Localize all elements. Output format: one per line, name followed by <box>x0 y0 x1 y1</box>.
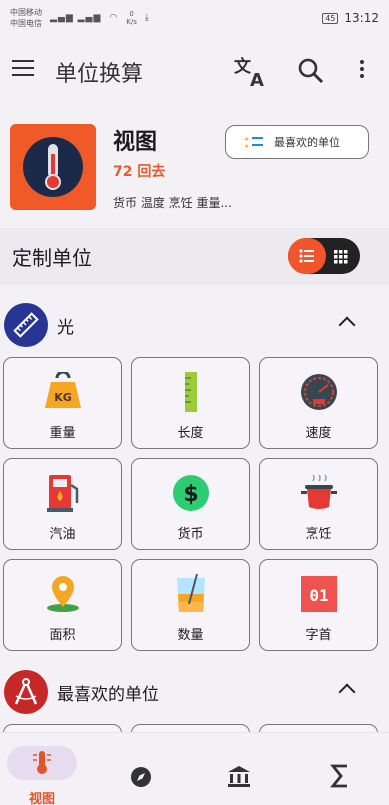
download-icon: ⤓ <box>144 13 150 23</box>
carrier-2: 中国电信 <box>10 19 42 28</box>
category-title: 视图 <box>113 130 158 155</box>
section-label: 最喜欢的单位 <box>57 685 159 705</box>
tile-label: 重量 <box>49 426 76 441</box>
star-list-icon: ★ ★ <box>244 135 264 150</box>
sigma-icon <box>330 763 350 789</box>
section-label: 光 <box>57 318 74 338</box>
nav-item-sum[interactable] <box>300 733 380 805</box>
bank-icon <box>227 765 251 789</box>
app-bar: 单位换算 文 A <box>0 38 389 104</box>
nav-item-bank[interactable] <box>198 733 278 805</box>
ruler-bar-icon <box>171 372 211 412</box>
tile-prefix[interactable]: 01 字首 <box>259 559 378 651</box>
category-description: 货币 温度 烹饪 重量... <box>113 196 232 210</box>
compass-icon <box>130 766 152 788</box>
tile-label: 烹饪 <box>305 527 332 542</box>
tile-label: 数量 <box>177 628 204 643</box>
app-title: 单位换算 <box>55 62 144 87</box>
dollar-icon: $ <box>171 473 211 513</box>
tile-currency[interactable]: $ 货币 <box>131 458 250 550</box>
more-vert-icon[interactable] <box>358 60 366 82</box>
section-favorites-header[interactable]: 最喜欢的单位 <box>0 668 389 718</box>
category-header: 视图 72 回去 货币 温度 烹饪 重量... ★ ★ 最喜欢的单位 <box>0 108 389 228</box>
section-light-header[interactable]: 光 <box>0 301 389 351</box>
carrier-info: 中国移动 中国电信 <box>10 7 42 29</box>
tile-speed[interactable]: 速度 <box>259 357 378 449</box>
svg-text:01: 01 <box>309 586 328 605</box>
svg-text:KG: KG <box>54 391 72 404</box>
beaker-icon <box>171 573 211 614</box>
tile-label: 货币 <box>177 527 204 542</box>
clock: 13:12 <box>344 11 379 25</box>
digit-icon: 01 <box>299 574 339 614</box>
favorite-units-button[interactable]: ★ ★ 最喜欢的单位 <box>225 125 369 159</box>
cooking-pot-icon <box>299 473 339 513</box>
network-speed: 0 K/s <box>126 10 137 26</box>
tile-label: 字首 <box>305 628 332 643</box>
battery-icon: 45 <box>322 12 339 24</box>
svg-text:$: $ <box>183 482 198 507</box>
location-pin-icon <box>43 574 83 614</box>
svg-text:★: ★ <box>244 143 249 149</box>
carrier-1: 中国移动 <box>10 8 42 17</box>
svg-text:★: ★ <box>244 136 249 143</box>
signal-icon: ▂▄▆ ▂▄▆ <box>50 13 102 23</box>
thermometer-icon <box>32 751 52 775</box>
bottom-navigation: 视图 <box>0 732 389 805</box>
tile-label: 长度 <box>177 426 204 441</box>
wifi-icon: ◠ <box>109 13 119 23</box>
tile-weight[interactable]: KG 重量 <box>3 357 122 449</box>
thermometer-icon <box>10 124 96 210</box>
tile-label: 面积 <box>49 628 76 643</box>
ruler-icon <box>4 303 48 347</box>
nav-label-view: 视图 <box>28 792 55 805</box>
chevron-up-icon[interactable] <box>338 683 356 701</box>
weight-icon: KG <box>43 370 83 412</box>
view-toggle[interactable] <box>288 238 360 274</box>
tile-label: 速度 <box>305 426 332 441</box>
tile-quantity[interactable]: 数量 <box>131 559 250 651</box>
tile-fuel[interactable]: 汽油 <box>3 458 122 550</box>
list-view-icon[interactable] <box>288 238 326 274</box>
grid-view-icon[interactable] <box>334 249 348 264</box>
tile-area[interactable]: 面积 <box>3 559 122 651</box>
svg-text:A: A <box>250 70 264 88</box>
translate-icon[interactable]: 文 A <box>234 54 270 91</box>
menu-icon[interactable] <box>12 60 34 76</box>
status-bar: 中国移动 中国电信 ▂▄▆ ▂▄▆ ◠ 0 K/s ⤓ 45 13:12 <box>0 0 389 36</box>
tile-length[interactable]: 长度 <box>131 357 250 449</box>
nav-item-explore[interactable] <box>100 733 180 805</box>
compass-drawing-icon <box>4 670 48 714</box>
chevron-up-icon[interactable] <box>338 316 356 334</box>
tile-cooking[interactable]: 烹饪 <box>259 458 378 550</box>
nav-item-view[interactable]: 视图 <box>0 733 80 805</box>
fuel-pump-icon <box>43 473 83 513</box>
speedometer-icon <box>299 372 339 412</box>
custom-units-title: 定制单位 <box>12 246 92 270</box>
tile-label: 汽油 <box>49 527 76 542</box>
category-count: 72 回去 <box>113 164 166 180</box>
search-icon[interactable] <box>298 58 324 84</box>
favorite-units-label: 最喜欢的单位 <box>274 136 340 149</box>
custom-units-bar: 定制单位 <box>0 228 389 285</box>
